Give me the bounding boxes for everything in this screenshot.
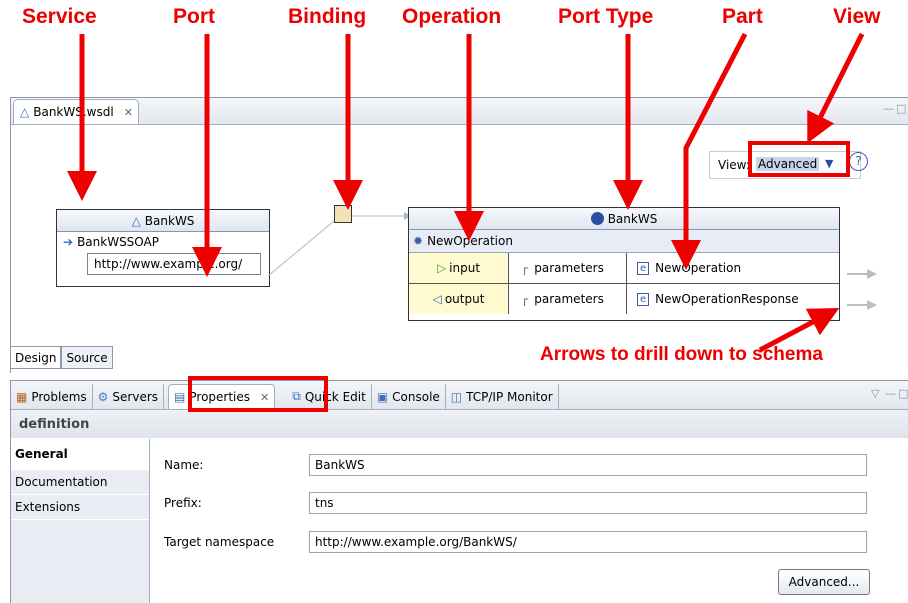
prefix-value: tns: [315, 496, 334, 510]
part-icon: ┌: [521, 292, 529, 306]
port-icon: ➔: [63, 235, 74, 249]
input-arrow-icon: ▷: [436, 261, 447, 275]
output-arrow-icon: ◁: [432, 292, 442, 306]
output-element-cell[interactable]: e NewOperationResponse: [627, 284, 839, 314]
properties-side-tabs: General Documentation Extensions: [11, 439, 150, 603]
close-icon[interactable]: ✕: [124, 106, 133, 119]
name-value: BankWS: [315, 458, 365, 472]
callout-view: View: [833, 5, 881, 28]
tab-servers-label: Servers: [112, 389, 159, 404]
service-title: BankWS: [144, 213, 195, 228]
target-namespace-label: Target namespace: [164, 535, 275, 549]
porttype-box[interactable]: BankWS ✹ NewOperation ▷ input ┌ paramete…: [408, 207, 840, 321]
tab-source[interactable]: Source: [61, 346, 113, 369]
callout-service: Service: [22, 5, 97, 28]
target-namespace-field[interactable]: http://www.example.org/BankWS/: [309, 531, 867, 553]
tab-problems[interactable]: ▦ Problems: [11, 384, 93, 409]
tab-console[interactable]: ▣ Console: [372, 384, 446, 409]
editor-bottom-tabs: Design Source: [10, 346, 113, 369]
drill-down-arrows[interactable]: [845, 264, 879, 314]
output-label: output: [444, 292, 485, 306]
input-element-cell[interactable]: e NewOperation: [627, 253, 839, 283]
wsdl-file-icon: △: [20, 105, 30, 119]
maximize-icon[interactable]: □: [898, 387, 908, 400]
editor-tab-title: BankWS.wsdl: [33, 105, 114, 119]
port-address-field[interactable]: http://www.example.org/: [87, 253, 261, 275]
input-param: parameters: [534, 261, 604, 275]
monitor-icon: ◫: [450, 389, 463, 404]
view-label: View:: [718, 158, 750, 172]
editor-tabstrip: △ BankWS.wsdl ✕ — □: [11, 98, 908, 125]
tab-tcpip-monitor[interactable]: ◫ TCP/IP Monitor: [446, 384, 559, 409]
views-panel: ▦ Problems ⚙ Servers ▤ Properties ✕ ⧉ Quick E…: [10, 380, 908, 603]
properties-icon: ▤: [174, 390, 186, 404]
tab-console-label: Console: [392, 389, 440, 404]
side-tab-extensions[interactable]: Extensions: [11, 495, 149, 520]
console-icon: ▣: [376, 389, 389, 404]
callout-port: Port: [173, 5, 215, 28]
callout-binding: Binding: [288, 5, 367, 28]
tab-problems-label: Problems: [31, 389, 87, 404]
views-tabbar: ▦ Problems ⚙ Servers ▤ Properties ✕ ⧉ Quick E…: [11, 381, 908, 410]
output-element: NewOperationResponse: [655, 292, 799, 306]
section-title: definition: [11, 410, 908, 438]
callout-part: Part: [722, 5, 763, 28]
callout-operation: Operation: [402, 5, 502, 28]
part-icon: ┌: [521, 261, 529, 275]
porttype-icon: [590, 212, 604, 225]
port-row[interactable]: ➔ BankWSSOAP: [57, 232, 269, 252]
problems-icon: ▦: [16, 389, 28, 404]
wsdl-editor: △ BankWS.wsdl ✕ — □ View: Advanced ▼ ? △…: [10, 97, 908, 373]
operation-row[interactable]: ✹ NewOperation: [409, 230, 839, 253]
service-box[interactable]: △ BankWS ➔ BankWSSOAP http://www.example…: [56, 209, 270, 287]
porttype-title: BankWS: [607, 211, 658, 226]
binding-icon[interactable]: [334, 205, 352, 223]
output-cell[interactable]: ◁ output: [409, 284, 509, 314]
tab-servers[interactable]: ⚙ Servers: [93, 384, 165, 409]
element-icon: e: [637, 261, 650, 275]
input-cell[interactable]: ▷ input: [409, 253, 509, 283]
name-label: Name:: [164, 458, 204, 472]
port-address: http://www.example.org/: [94, 257, 243, 271]
side-tab-general[interactable]: General: [11, 439, 149, 470]
output-param: parameters: [534, 292, 604, 306]
servers-icon: ⚙: [97, 389, 109, 404]
input-element: NewOperation: [655, 261, 742, 275]
input-label: input: [449, 261, 481, 275]
target-namespace-value: http://www.example.org/BankWS/: [315, 535, 517, 549]
name-field[interactable]: BankWS: [309, 454, 867, 476]
operation-name: NewOperation: [427, 234, 513, 248]
view-highlight: [748, 141, 850, 177]
service-icon: △: [131, 213, 141, 228]
tab-tcpip-label: TCP/IP Monitor: [466, 389, 553, 404]
help-label: ?: [855, 154, 862, 168]
gear-icon: ✹: [413, 234, 424, 248]
side-tab-documentation[interactable]: Documentation: [11, 470, 149, 495]
help-icon[interactable]: ?: [849, 152, 868, 171]
input-param-cell[interactable]: ┌ parameters: [509, 253, 627, 283]
porttype-header: BankWS: [409, 208, 839, 230]
input-row[interactable]: ▷ input ┌ parameters e NewOperation: [409, 253, 839, 284]
minimize-icon[interactable]: —: [885, 387, 896, 400]
port-name: BankWSSOAP: [77, 235, 159, 249]
maximize-icon[interactable]: □: [896, 102, 906, 115]
output-param-cell[interactable]: ┌ parameters: [509, 284, 627, 314]
prefix-field[interactable]: tns: [309, 492, 867, 514]
callout-arrows: Arrows to drill down to schema: [540, 344, 823, 365]
service-header: △ BankWS: [57, 210, 269, 232]
advanced-button[interactable]: Advanced...: [778, 569, 870, 595]
callout-port-type: Port Type: [558, 5, 654, 28]
tab-design[interactable]: Design: [10, 346, 62, 369]
editor-tab[interactable]: △ BankWS.wsdl ✕: [13, 99, 139, 124]
prefix-label: Prefix:: [164, 496, 202, 510]
view-menu-icon[interactable]: ▽: [871, 387, 879, 400]
properties-highlight: [188, 376, 328, 412]
element-icon: e: [637, 292, 650, 306]
minimize-icon[interactable]: —: [883, 102, 894, 115]
output-row[interactable]: ◁ output ┌ parameters e NewOperationResp…: [409, 284, 839, 314]
